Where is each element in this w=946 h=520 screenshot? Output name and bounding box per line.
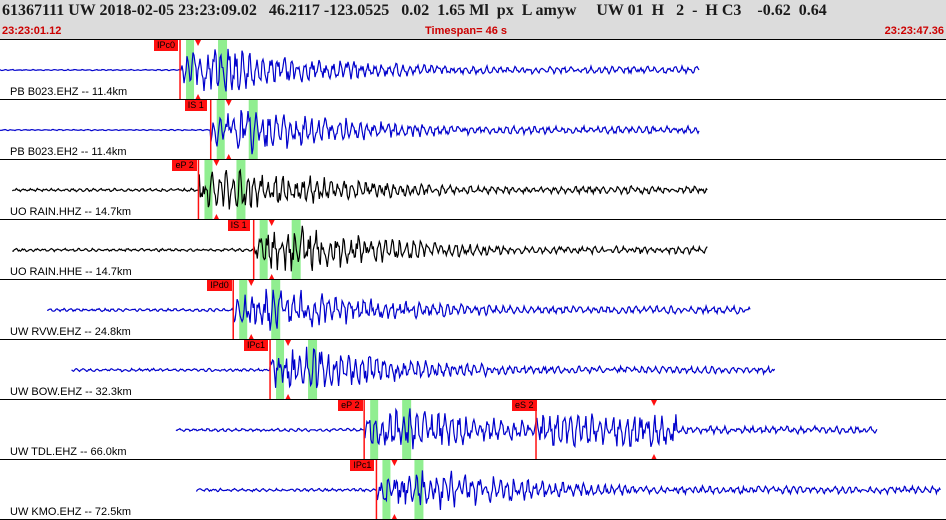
amplitude-marker-bottom[interactable] [391,514,397,520]
station-label: PB B023.EHZ -- 11.4km [10,86,128,98]
station-label: UW BOW.EHZ -- 32.3km [10,386,132,398]
trace-panel[interactable]: IPd0 UW RVW.EHZ -- 24.8km [0,280,946,340]
station-label: UW KMO.EHZ -- 72.5km [10,506,132,518]
waveform-trace [11,168,708,210]
waveform-trace [195,470,941,511]
phase-pick-label[interactable]: IPc1 [244,340,269,351]
station-label: UO RAIN.HHZ -- 14.7km [10,206,132,218]
waveform-trace [71,346,776,389]
trace-panel[interactable]: eP 2 UO RAIN.HHZ -- 14.7km [0,160,946,220]
trace-plot [0,100,700,159]
phase-pick-label[interactable]: IPc0 [154,40,179,51]
station-label: UW RVW.EHZ -- 24.8km [10,326,131,338]
amplitude-marker-top[interactable] [195,40,202,46]
analysis-window-start [216,100,225,159]
end-time: 23:23:47.36 [884,25,944,37]
phase-pick-label[interactable]: IS 1 [184,100,207,111]
trace-panel[interactable]: IPc1 UW BOW.EHZ -- 32.3km [0,340,946,400]
timespan: Timespan= 46 s [425,25,508,37]
trace-plot [11,160,708,219]
trace-plot [0,40,700,99]
amplitude-marker-top[interactable] [651,400,658,406]
phase-pick-label[interactable]: IPc1 [350,460,375,471]
trace-plot [71,340,776,399]
trace-plot [46,280,751,339]
waveform-trace [46,288,751,331]
trace-panel[interactable]: IS 1 PB B023.EH2 -- 11.4km [0,100,946,160]
trace-panel[interactable]: eP 2 eS 2 UW TDL.EHZ -- 66.0km [0,400,946,460]
event-summary: 61367111 UW 2018-02-05 23:23:09.02 46.21… [2,2,827,19]
trace-plot [195,460,941,520]
amplitude-marker-top[interactable] [248,280,255,286]
waveform-trace [12,225,708,272]
amplitude-marker-top[interactable] [391,460,398,466]
phase-pick-label[interactable]: IS 1 [227,220,250,231]
waveform-trace [175,407,878,450]
event-header: 61367111 UW 2018-02-05 23:23:09.02 46.21… [0,0,946,40]
phase-pick-label[interactable]: eP 2 [338,400,363,411]
analysis-window-end [414,460,424,519]
analysis-window-start [259,220,268,279]
analysis-window-start [186,40,195,99]
start-time: 23:23:01.12 [2,25,62,37]
trace-plot [175,400,878,459]
amplitude-marker-top[interactable] [225,100,232,106]
amplitude-marker-top[interactable] [213,160,220,166]
trace-panel[interactable]: IPc0 PB B023.EHZ -- 11.4km [0,40,946,100]
trace-plot [12,220,708,279]
amplitude-marker-top[interactable] [268,220,275,226]
trace-panel[interactable]: IPc1 UW KMO.EHZ -- 72.5km [0,460,946,520]
station-label: PB B023.EH2 -- 11.4km [10,146,127,158]
amplitude-marker-top[interactable] [285,340,292,346]
trace-panel[interactable]: IS 1 UO RAIN.HHE -- 14.7km [0,220,946,280]
station-label: UO RAIN.HHE -- 14.7km [10,266,132,278]
station-label: UW TDL.EHZ -- 66.0km [10,446,127,458]
phase-pick-label-secondary[interactable]: eS 2 [512,400,537,411]
analysis-window-start [204,160,213,219]
phase-pick-label[interactable]: eP 2 [172,160,197,171]
phase-pick-label[interactable]: IPd0 [207,280,232,291]
analysis-window-end [236,160,246,219]
